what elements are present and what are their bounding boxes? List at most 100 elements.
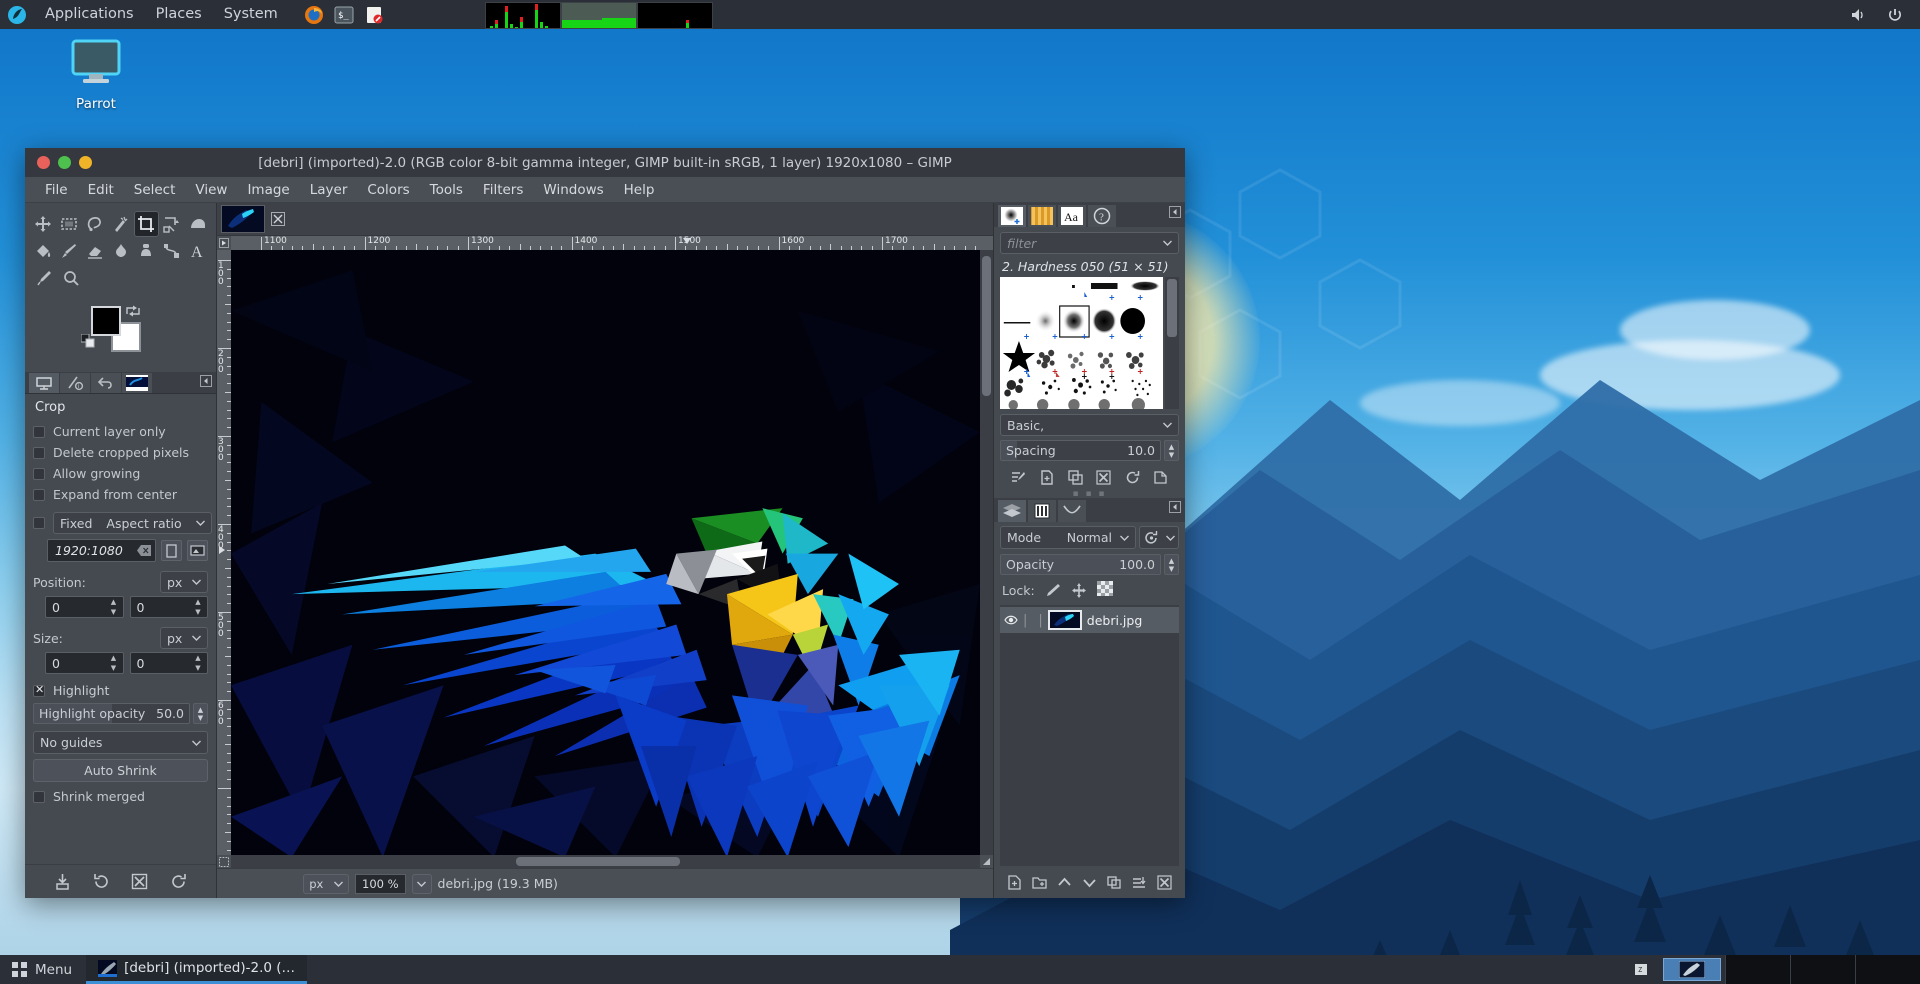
horizontal-ruler[interactable]: 1100120013001400150016001700 [231,236,980,250]
quick-mask-toggle[interactable] [217,855,231,868]
edit-brush-icon[interactable] [1011,470,1026,485]
brush-spacing-slider[interactable]: Spacing 10.0 [1000,440,1161,461]
brush-grid-scrollbar[interactable] [1165,277,1179,409]
path-tool-icon[interactable] [160,238,185,264]
undo-history-tab[interactable] [91,373,121,393]
vertical-ruler[interactable]: 100200300400500600 [217,250,231,855]
swap-colors-icon[interactable] [125,304,141,318]
auto-shrink-button[interactable]: Auto Shrink [33,759,208,782]
text-editor-icon[interactable] [359,0,389,29]
image-canvas[interactable] [231,250,980,855]
highlight-checkbox[interactable] [33,685,45,697]
menu-edit[interactable]: Edit [78,177,124,203]
portrait-button[interactable] [161,540,182,561]
clear-icon[interactable] [137,545,151,556]
checkbox[interactable] [33,468,45,480]
brush-filter-input[interactable]: filter [1000,232,1179,254]
layer-mode-combo[interactable]: Mode Normal [1000,526,1136,549]
eye-icon[interactable] [1004,614,1018,626]
size-unit-combo[interactable]: px [160,627,208,649]
image-tab-debri[interactable] [221,205,265,233]
rect-select-tool-icon[interactable] [57,211,82,237]
size-width-input[interactable]: 0 ▲▼ [45,652,124,674]
size-height-input[interactable]: 0 ▲▼ [130,652,209,674]
spinner-arrows[interactable]: ▲▼ [106,654,122,672]
minimize-window-button[interactable] [58,156,71,169]
menu-places[interactable]: Places [145,0,213,29]
option-delete-cropped-pixels[interactable]: Delete cropped pixels [33,442,208,463]
text-tool-icon[interactable]: A [185,238,210,264]
device-status-tab[interactable]: i [60,373,90,393]
position-unit-combo[interactable]: px [160,571,208,593]
scrollbar-thumb[interactable] [982,256,991,396]
menu-filters[interactable]: Filters [473,177,533,203]
dock-menu-icon[interactable] [200,375,212,387]
workspace-switcher[interactable] [1663,958,1721,981]
tool-options-tab[interactable] [29,373,59,393]
new-brush-icon[interactable] [1039,470,1054,485]
dock-menu-icon[interactable] [1169,501,1181,513]
menu-help[interactable]: Help [614,177,665,203]
menu-layer[interactable]: Layer [300,177,358,203]
checkbox[interactable] [33,489,45,501]
save-tool-preset-icon[interactable] [54,873,71,890]
menu-windows[interactable]: Windows [533,177,613,203]
scrollbar-thumb[interactable] [516,857,681,866]
close-window-button[interactable] [37,156,50,169]
highlight-opacity-spinner[interactable]: ▲▼ [193,703,208,724]
color-picker-tool-icon[interactable] [31,265,57,291]
foreground-color-swatch[interactable] [91,306,121,336]
spinner-arrows[interactable]: ▲▼ [190,654,206,672]
guides-combo[interactable]: No guides [33,731,208,754]
fonts-tab[interactable]: Aa [1058,205,1086,227]
firefox-icon[interactable] [299,0,329,29]
free-select-tool-icon[interactable] [82,211,107,237]
fixed-checkbox[interactable] [33,517,45,529]
navigation-preview-button[interactable] [980,855,993,868]
raise-layer-icon[interactable] [1057,875,1072,890]
mode-revert-button[interactable] [1139,526,1179,549]
duplicate-layer-icon[interactable] [1107,875,1122,890]
checkbox[interactable] [33,447,45,459]
transform-tool-icon[interactable] [160,211,185,237]
new-layer-group-icon[interactable] [1032,875,1047,890]
option-expand-from-center[interactable]: Expand from center [33,484,208,505]
opacity-spinner[interactable]: ▲▼ [1164,554,1179,575]
menu-tools[interactable]: Tools [420,177,473,203]
menu-select[interactable]: Select [124,177,186,203]
network-icon[interactable]: Z [1625,955,1659,984]
brushes-tab[interactable] [998,205,1026,227]
layer-list[interactable]: | | debri.jpg [1000,605,1179,866]
zoom-tool-icon[interactable] [58,265,84,291]
spinner-arrows[interactable]: ▲▼ [106,598,122,616]
position-x-input[interactable]: 0 ▲▼ [45,596,124,618]
delete-brush-icon[interactable] [1096,470,1111,485]
eraser-tool-icon[interactable] [82,238,107,264]
window-titlebar[interactable]: [debri] (imported)-2.0 (RGB color 8-bit … [25,148,1185,177]
chevron-down-icon[interactable] [1163,240,1172,246]
option-allow-growing[interactable]: Allow growing [33,463,208,484]
bucket-fill-tool-icon[interactable] [31,238,56,264]
channels-tab[interactable] [1028,500,1056,522]
zoom-dropdown-button[interactable] [412,874,432,894]
terminal-icon[interactable]: $_ [329,0,359,29]
desktop-icon-parrot[interactable]: Parrot [48,38,144,112]
restore-tool-preset-icon[interactable] [93,873,110,890]
zoom-input[interactable]: 100 % [355,874,406,894]
checkbox[interactable] [33,426,45,438]
menu-applications[interactable]: Applications [34,0,145,29]
crop-tool-icon[interactable] [134,211,159,237]
brush-tag-combo[interactable]: Basic, [1000,414,1179,436]
lock-alpha-icon[interactable] [1097,581,1113,596]
delete-tool-preset-icon[interactable] [131,873,148,890]
volume-icon[interactable] [1846,4,1872,26]
images-tab[interactable] [122,373,152,393]
document-history-tab[interactable]: ? [1088,205,1116,227]
dock-menu-icon[interactable] [1169,206,1181,218]
patterns-tab[interactable] [1028,205,1056,227]
spinner-arrows[interactable]: ▲▼ [190,598,206,616]
reset-colors-icon[interactable] [81,334,97,350]
new-layer-icon[interactable] [1007,875,1022,890]
spacing-spinner[interactable]: ▲▼ [1164,440,1179,461]
menu-file[interactable]: File [39,177,78,203]
